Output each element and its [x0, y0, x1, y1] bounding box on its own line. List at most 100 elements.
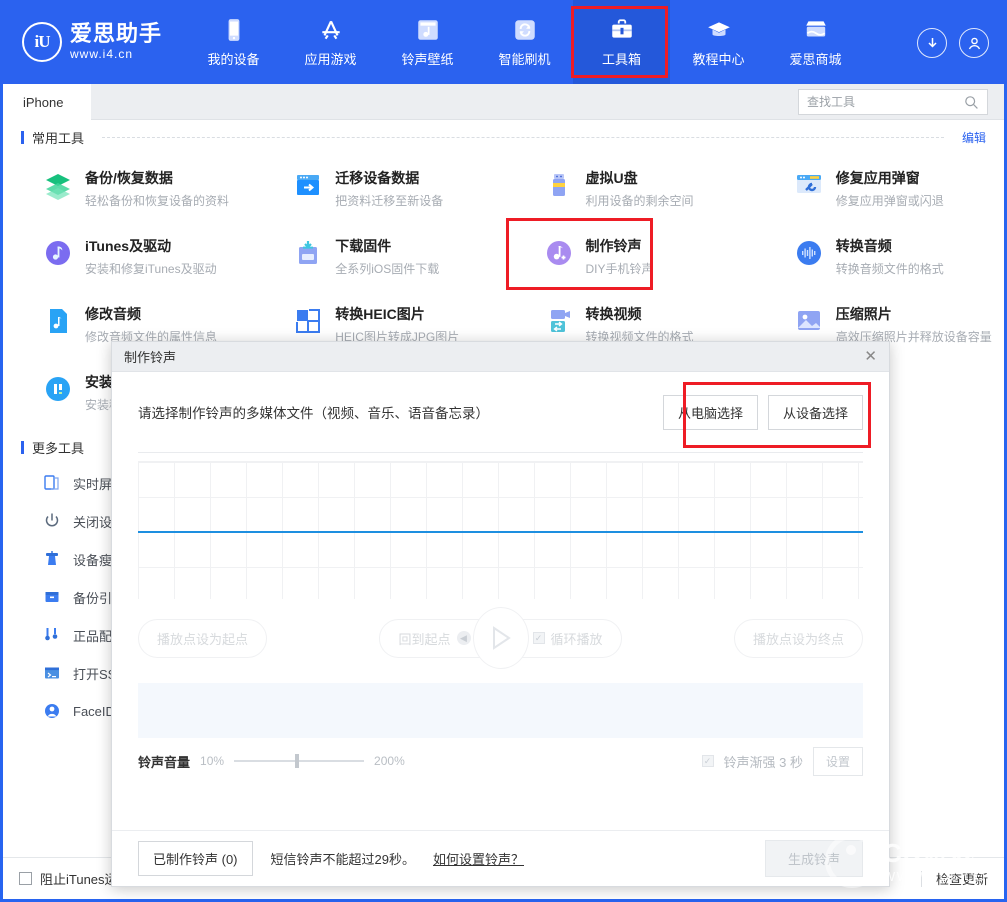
source-buttons: 从电脑选择 从设备选择: [663, 395, 863, 430]
how-to-set-ringtone-link[interactable]: 如何设置铃声？: [433, 849, 524, 868]
set-start-point-button[interactable]: 播放点设为起点: [138, 619, 267, 658]
phone-icon: [221, 17, 247, 43]
nav-item-my-device[interactable]: 我的设备: [185, 0, 282, 84]
dialog-body: 请选择制作铃声的多媒体文件（视频、音乐、语音备忘录） 从电脑选择 从设备选择 播…: [112, 372, 889, 830]
nav-item-store[interactable]: 爱思商城: [767, 0, 864, 84]
section-title: 常用工具: [32, 128, 84, 147]
firmware-download-icon: [293, 238, 323, 268]
more-item-label: FaceID: [73, 704, 115, 719]
pick-from-computer-button[interactable]: 从电脑选择: [663, 395, 758, 430]
accessory-icon: [43, 626, 61, 644]
search-input[interactable]: [807, 95, 964, 109]
tool-title: 迁移设备数据: [335, 168, 443, 188]
tool-item-virtual-usb[interactable]: 虚拟U盘 利用设备的剩余空间: [504, 154, 754, 222]
volume-label: 铃声音量: [138, 752, 190, 771]
tool-desc: 把资料迁移至新设备: [335, 192, 443, 209]
nav-item-ringtone-wallpaper[interactable]: 铃声壁纸: [379, 0, 476, 84]
playback-controls-row: 播放点设为起点 回到起点 ◀ ✓ 循环播放: [112, 599, 889, 677]
refresh-icon: [512, 17, 538, 43]
tool-item-make-ringtone[interactable]: 制作铃声 DIY手机铃声: [504, 222, 754, 290]
section-accent-bar: [21, 441, 24, 454]
back-to-start-icon[interactable]: ◀: [457, 631, 471, 645]
tool-item-download-firmware[interactable]: 下载固件 全系列iOS固件下载: [253, 222, 503, 290]
tool-title: 压缩照片: [836, 304, 992, 324]
search-tools-box[interactable]: [798, 89, 988, 115]
nav-item-tutorial-center[interactable]: 教程中心: [670, 0, 767, 84]
tool-item-fix-app-popup[interactable]: 修复应用弹窗 修复应用弹窗或闪退: [754, 154, 1004, 222]
appstore-icon: [318, 17, 344, 43]
brand-name: 爱思助手: [70, 22, 162, 45]
pick-from-device-button[interactable]: 从设备选择: [768, 395, 863, 430]
back-to-start-control[interactable]: 回到起点 ◀: [398, 629, 470, 648]
tool-title: iTunes及驱动: [85, 236, 217, 256]
tool-desc: 安装和修复iTunes及驱动: [85, 260, 217, 277]
nav-label: 铃声壁纸: [401, 49, 453, 68]
fade-controls: ✓ 铃声渐强 3 秒 设置: [702, 747, 863, 776]
tool-item-convert-audio[interactable]: 转换音频 转换音频文件的格式: [754, 222, 1004, 290]
loop-play-control[interactable]: ✓ 循环播放: [533, 629, 603, 648]
music-box-icon: [415, 17, 441, 43]
make-ringtone-dialog: 制作铃声 ✕ 请选择制作铃声的多媒体文件（视频、音乐、语音备忘录） 从电脑选择 …: [111, 341, 890, 887]
video-convert-icon: [544, 306, 574, 336]
heic-image-icon: [293, 306, 323, 336]
brand-mark-icon: iU: [22, 22, 62, 62]
power-icon: [43, 512, 61, 530]
block-itunes-checkbox[interactable]: [19, 872, 32, 885]
volume-slider[interactable]: [234, 754, 364, 768]
fade-settings-button[interactable]: 设置: [813, 747, 863, 776]
tool-desc: DIY手机铃声: [586, 260, 654, 277]
nav-item-smart-flash[interactable]: 智能刷机: [476, 0, 573, 84]
tool-desc: 全系列iOS固件下载: [335, 260, 439, 277]
tool-desc: 轻松备份和恢复设备的资料: [85, 192, 229, 209]
nav-label: 爱思商城: [789, 49, 841, 68]
layers-icon: [43, 170, 73, 200]
close-icon[interactable]: ✕: [864, 349, 877, 364]
status-bar-right: 检查更新: [921, 869, 988, 888]
compress-photo-icon: [794, 306, 824, 336]
waveform-canvas[interactable]: [138, 461, 863, 599]
nav-label: 我的设备: [207, 49, 259, 68]
brand-logo[interactable]: iU 爱思助手 www.i4.cn: [22, 22, 162, 62]
tab-strip: iPhone: [3, 84, 1004, 120]
screen-icon: [43, 474, 61, 492]
volume-controls: 铃声音量 10% 200%: [138, 752, 405, 771]
tool-title: 修改音频: [85, 304, 217, 324]
tool-item-backup-restore[interactable]: 备份/恢复数据 轻松备份和恢复设备的资料: [3, 154, 253, 222]
dialog-title-bar: 制作铃声 ✕: [112, 342, 889, 372]
section-title: 更多工具: [32, 438, 84, 457]
header-actions: [917, 28, 989, 58]
selection-band[interactable]: [138, 683, 863, 738]
edit-tools-link[interactable]: 编辑: [962, 129, 986, 146]
loop-play-checkbox[interactable]: ✓: [533, 632, 545, 644]
loop-play-label: 循环播放: [551, 629, 603, 648]
tool-title: 虚拟U盘: [586, 168, 694, 188]
tool-title: 转换音频: [836, 236, 944, 256]
volume-row: 铃声音量 10% 200% ✓ 铃声渐强 3 秒 设置: [112, 738, 889, 784]
tool-title: 修复应用弹窗: [836, 168, 944, 188]
tool-item-itunes-driver[interactable]: iTunes及驱动 安装和修复iTunes及驱动: [3, 222, 253, 290]
transport-controls: 回到起点 ◀ ✓ 循环播放: [379, 619, 621, 658]
section-accent-bar: [21, 131, 24, 144]
check-update-link[interactable]: 检查更新: [936, 869, 988, 888]
faceid-icon: [43, 702, 61, 720]
dialog-footer: 已制作铃声 (0) 短信铃声不能超过29秒。 如何设置铃声？ 生成铃声: [112, 830, 889, 886]
play-icon: [489, 625, 513, 651]
made-ringtones-button[interactable]: 已制作铃声 (0): [138, 841, 253, 876]
toolbox-icon: [609, 17, 635, 43]
audio-file-icon: [43, 306, 73, 336]
tool-item-migrate-device-data[interactable]: 迁移设备数据 把资料迁移至新设备: [253, 154, 503, 222]
main-nav: 我的设备 应用游戏 铃声壁纸: [185, 0, 864, 84]
generate-ringtone-button[interactable]: 生成铃声: [765, 840, 863, 877]
application-window: iU 爱思助手 www.i4.cn 我的设备: [0, 0, 1007, 902]
download-icon[interactable]: [917, 28, 947, 58]
play-button[interactable]: [473, 607, 529, 669]
fade-in-checkbox[interactable]: ✓: [702, 755, 714, 767]
set-end-point-button[interactable]: 播放点设为终点: [734, 619, 863, 658]
user-account-icon[interactable]: [959, 28, 989, 58]
search-icon[interactable]: [964, 95, 979, 110]
volume-slider-thumb[interactable]: [295, 754, 299, 768]
nav-label: 智能刷机: [498, 49, 550, 68]
nav-item-apps-games[interactable]: 应用游戏: [282, 0, 379, 84]
nav-item-toolbox[interactable]: 工具箱: [573, 0, 670, 84]
tab-iphone[interactable]: iPhone: [3, 84, 91, 120]
